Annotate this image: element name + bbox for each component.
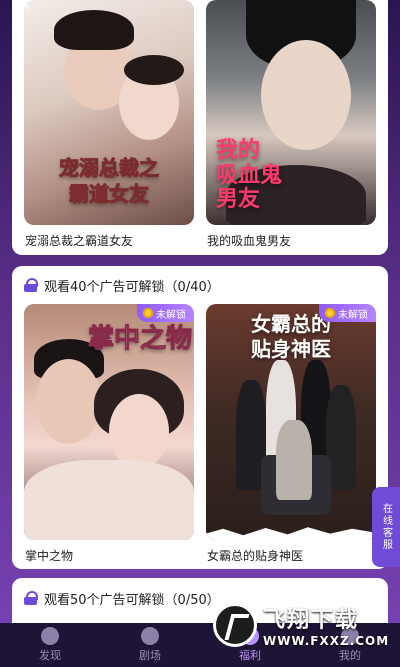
site-watermark: 飞翔下载 WWW.FXXZ.COM [213, 597, 393, 653]
actress-face-image [109, 394, 169, 469]
drama-tile[interactable]: 宠溺总裁之 霸道女友 宠溺总裁之霸道女友 [24, 0, 194, 249]
drama-title[interactable]: 宠溺总裁之霸道女友 [24, 225, 194, 249]
locked-badge: 未解锁 [137, 304, 194, 322]
watermark-logo-icon [213, 603, 257, 647]
drama-tile[interactable]: 女霸总的 贴身神医 未解锁 女霸总的贴身神医 [206, 304, 376, 564]
actor-face-image [261, 40, 351, 150]
drama-poster[interactable]: 女霸总的 贴身神医 未解锁 [206, 304, 376, 540]
drama-poster[interactable]: 掌中之物 未解锁 [24, 304, 194, 540]
poster-title-art: 我的 吸血鬼 男友 [216, 137, 283, 212]
drama-poster[interactable]: 我的 吸血鬼 男友 [206, 0, 376, 225]
lock-icon [24, 278, 38, 292]
watermark-title: 飞翔下载 [263, 608, 360, 633]
theater-icon [141, 627, 159, 645]
cast-group-image [276, 420, 312, 500]
lock-icon [24, 591, 38, 605]
watermark-url: WWW.FXXZ.COM [263, 634, 390, 648]
drama-title[interactable]: 女霸总的贴身神医 [206, 540, 376, 564]
drama-title[interactable]: 掌中之物 [24, 540, 194, 564]
coin-icon [325, 308, 335, 318]
actors-body-image [24, 460, 194, 540]
drama-card-section-2: 观看40个广告可解锁（0/40） 掌中之物 未解锁 掌中之物 女霸总的 贴身神医… [12, 266, 388, 569]
unlock-header: 观看40个广告可解锁（0/40） [12, 266, 388, 304]
actor-hair-image [54, 10, 134, 50]
customer-service-tab[interactable]: 在线客服 [372, 487, 400, 567]
actress-hair-image [124, 55, 184, 85]
drama-card-section-1: 宠溺总裁之 霸道女友 宠溺总裁之霸道女友 我的 吸血鬼 男友 我的吸血鬼男友 [12, 0, 388, 255]
drama-tile[interactable]: 我的 吸血鬼 男友 我的吸血鬼男友 [206, 0, 376, 249]
status-bar: 35 [18, 4, 31, 15]
unlock-header-text: 观看50个广告可解锁（0/50） [44, 592, 220, 608]
poster-title-art: 宠溺总裁之 霸道女友 [59, 156, 160, 207]
poster-title-art: 掌中之物 [88, 324, 193, 355]
actor-face-image [36, 359, 101, 444]
discover-icon [41, 627, 59, 645]
coin-icon [143, 308, 153, 318]
locked-badge: 未解锁 [319, 304, 376, 322]
drama-poster[interactable]: 宠溺总裁之 霸道女友 [24, 0, 194, 225]
drama-title[interactable]: 我的吸血鬼男友 [206, 225, 376, 249]
nav-discover[interactable]: 发现 [20, 627, 80, 663]
drama-tile[interactable]: 掌中之物 未解锁 掌中之物 [24, 304, 194, 564]
unlock-header-text: 观看40个广告可解锁（0/40） [44, 279, 220, 295]
nav-theater[interactable]: 剧场 [120, 627, 180, 663]
